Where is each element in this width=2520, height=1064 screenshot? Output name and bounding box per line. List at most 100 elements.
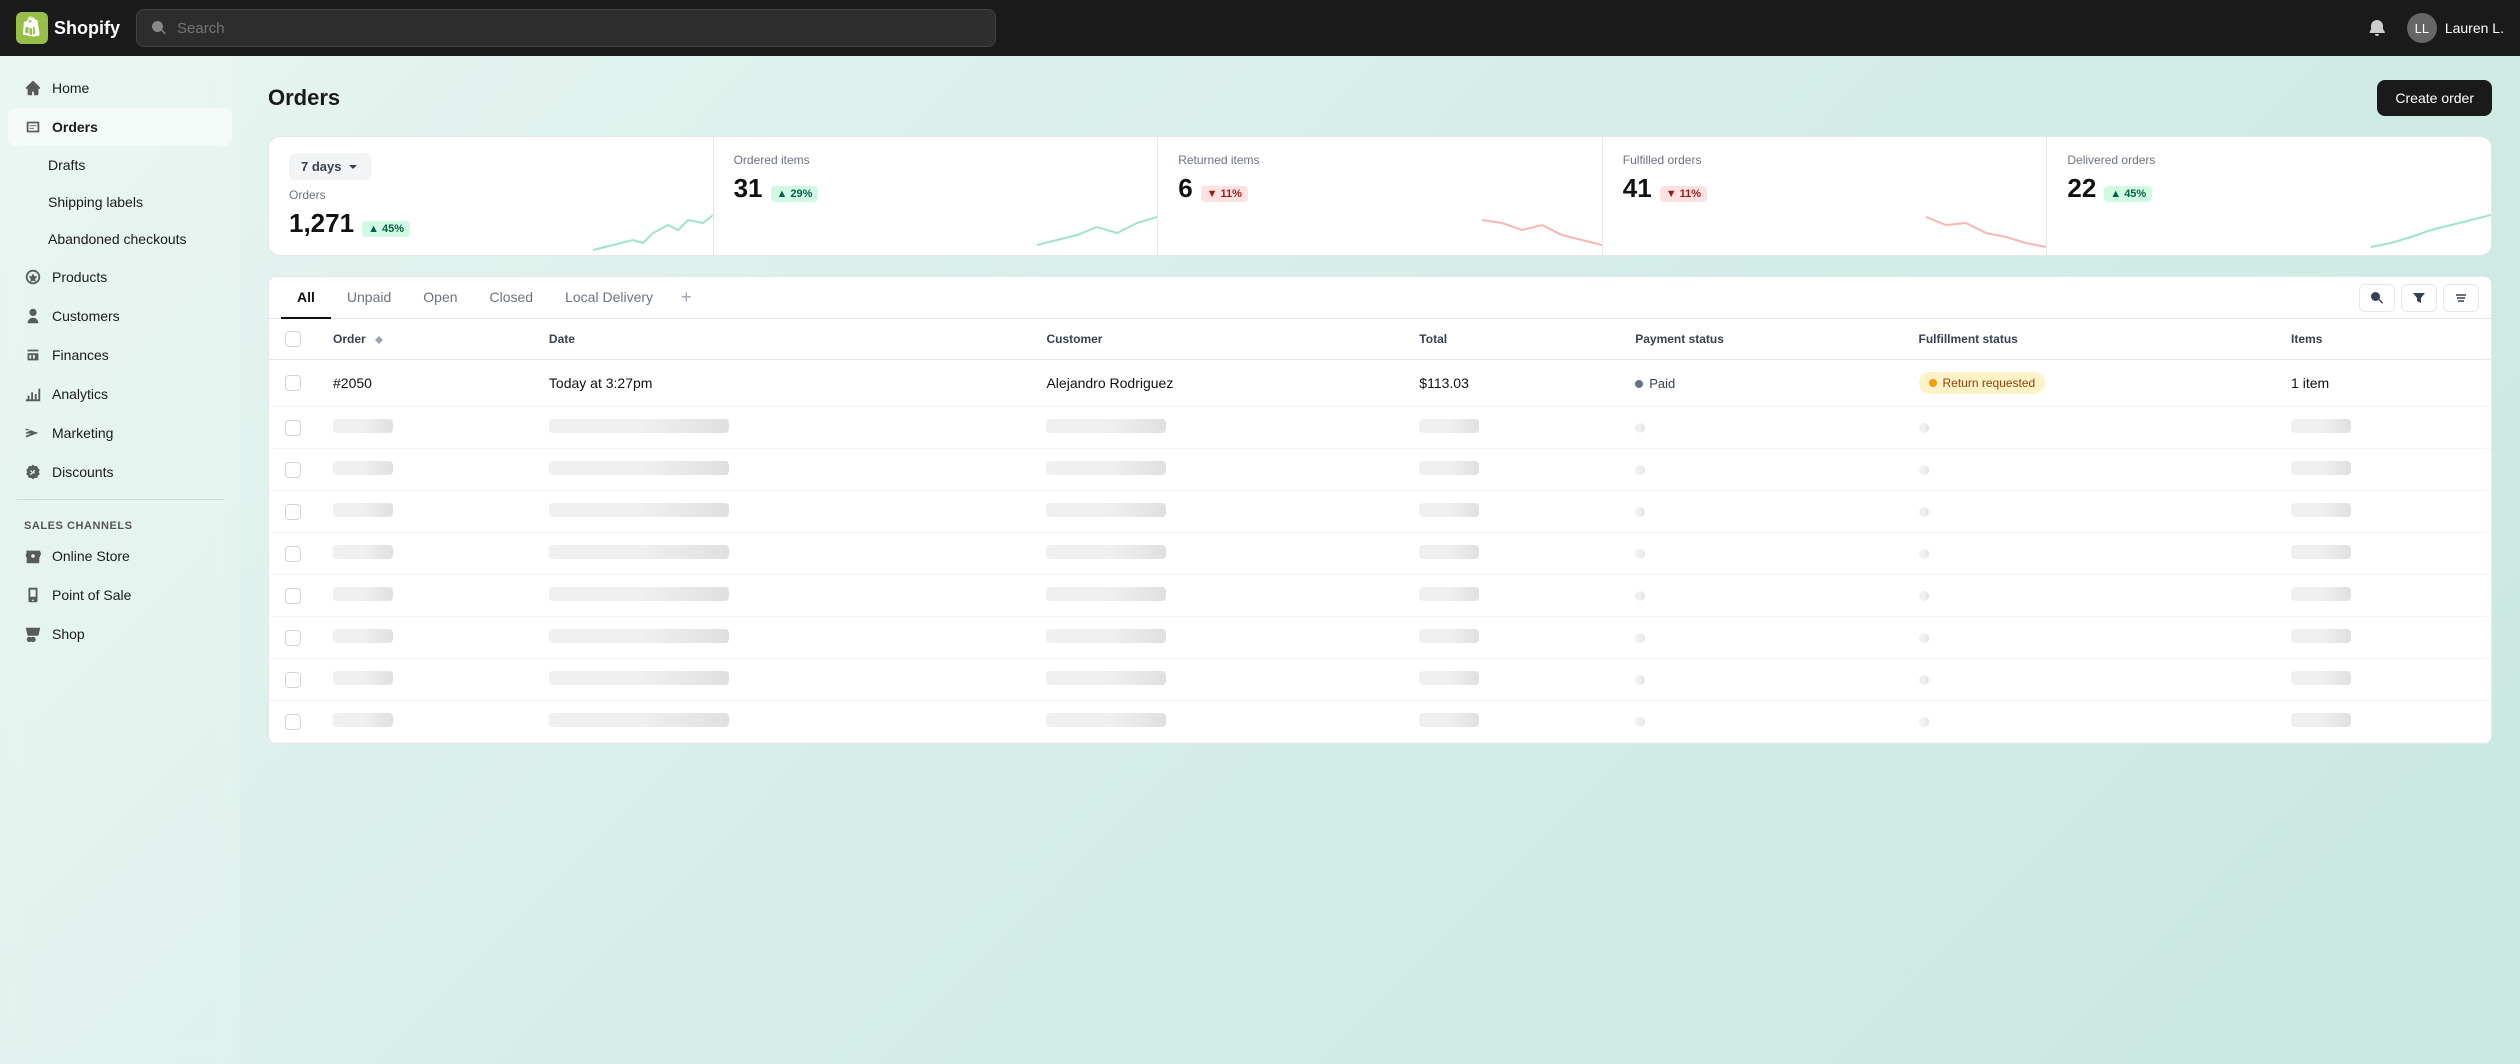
filter-button[interactable] — [2401, 284, 2437, 312]
skeleton — [1046, 503, 1166, 517]
ordered-sparkline — [1037, 205, 1157, 255]
user-menu-button[interactable]: LL Lauren L. — [2407, 13, 2504, 43]
skeleton — [1635, 465, 1645, 475]
table-row — [269, 701, 2491, 743]
customer-column-header: Customer — [1030, 319, 1403, 360]
row-checkbox[interactable] — [285, 504, 301, 520]
skeleton — [1046, 629, 1166, 643]
orders-sparkline — [593, 205, 713, 255]
table-row — [269, 491, 2491, 533]
stat-card-ordered-items: Ordered items 31 ▲ 29% — [714, 137, 1159, 255]
sidebar-item-shop[interactable]: Shop — [8, 615, 232, 653]
skeleton — [549, 587, 729, 601]
tab-open[interactable]: Open — [407, 277, 473, 319]
tab-unpaid[interactable]: Unpaid — [331, 277, 407, 319]
skeleton — [2291, 419, 2351, 433]
sidebar-item-abandoned-checkouts-label: Abandoned checkouts — [48, 231, 187, 247]
notification-button[interactable] — [2361, 12, 2393, 44]
marketing-icon — [24, 424, 42, 442]
sidebar-item-finances-label: Finances — [52, 347, 109, 363]
sidebar-item-shipping-labels[interactable]: Shipping labels — [8, 184, 232, 220]
search-orders-icon — [2370, 291, 2384, 305]
row-checkbox[interactable] — [285, 462, 301, 478]
sidebar-item-orders[interactable]: Orders — [8, 108, 232, 146]
sort-button[interactable] — [2443, 284, 2479, 312]
skeleton — [1919, 465, 1929, 475]
sidebar-item-point-of-sale-label: Point of Sale — [52, 587, 131, 603]
table-row[interactable]: #2050 Today at 3:27pm Alejandro Rodrigue… — [269, 360, 2491, 407]
row-checkbox[interactable] — [285, 375, 301, 391]
return-dot — [1929, 379, 1937, 387]
shopify-logo-icon — [16, 12, 48, 44]
avatar: LL — [2407, 13, 2437, 43]
stat-delivered-label: Delivered orders — [2067, 153, 2471, 167]
sidebar-item-analytics[interactable]: Analytics — [8, 375, 232, 413]
skeleton — [549, 713, 729, 727]
skeleton — [1919, 591, 1929, 601]
stat-delivered-badge: ▲ 45% — [2104, 186, 2152, 202]
bell-icon — [2367, 18, 2387, 38]
tab-add-button[interactable]: + — [669, 277, 704, 318]
skeleton — [333, 713, 393, 727]
skeleton — [1419, 461, 1479, 475]
tab-closed[interactable]: Closed — [474, 277, 550, 319]
sidebar-item-marketing[interactable]: Marketing — [8, 414, 232, 452]
sales-channels-section-label: Sales channels — [0, 508, 240, 536]
sidebar-item-customers[interactable]: Customers — [8, 297, 232, 335]
skeleton — [333, 671, 393, 685]
sidebar-item-finances[interactable]: Finances — [8, 336, 232, 374]
skeleton — [2291, 587, 2351, 601]
search-orders-button[interactable] — [2359, 284, 2395, 312]
sidebar-item-drafts[interactable]: Drafts — [8, 147, 232, 183]
sidebar-item-drafts-label: Drafts — [48, 157, 85, 173]
skeleton — [549, 461, 729, 475]
tabs-bar: All Unpaid Open Closed Local Delivery + — [268, 276, 2492, 318]
stat-returned-badge: ▼ 11% — [1201, 186, 1248, 202]
skeleton — [549, 419, 729, 433]
total-column-header: Total — [1403, 319, 1619, 360]
skeleton — [2291, 461, 2351, 475]
tab-all[interactable]: All — [281, 277, 331, 319]
discounts-icon — [24, 463, 42, 481]
row-checkbox[interactable] — [285, 714, 301, 730]
sidebar-item-abandoned-checkouts[interactable]: Abandoned checkouts — [8, 221, 232, 257]
search-input[interactable] — [177, 20, 981, 37]
skeleton — [1635, 675, 1645, 685]
tab-local-delivery[interactable]: Local Delivery — [549, 277, 669, 319]
items-cell: 1 item — [2275, 360, 2491, 407]
period-selector[interactable]: 7 days — [289, 153, 371, 180]
main-layout: Home Orders Drafts Shipping labels Aband… — [0, 56, 2520, 1064]
sidebar-item-discounts[interactable]: Discounts — [8, 453, 232, 491]
page-header: Orders Create order — [268, 80, 2492, 116]
payment-status-column-header: Payment status — [1619, 319, 1902, 360]
skeleton — [333, 461, 393, 475]
skeleton — [549, 503, 729, 517]
row-checkbox[interactable] — [285, 546, 301, 562]
customers-icon — [24, 307, 42, 325]
fulfillment-status-cell: Return requested — [1903, 360, 2276, 407]
skeleton — [1635, 633, 1645, 643]
sidebar-item-shop-label: Shop — [52, 626, 85, 642]
row-checkbox[interactable] — [285, 630, 301, 646]
select-all-checkbox[interactable] — [285, 331, 301, 347]
search-bar[interactable] — [136, 9, 996, 47]
create-order-button[interactable]: Create order — [2377, 80, 2492, 116]
row-checkbox[interactable] — [285, 672, 301, 688]
sidebar-item-point-of-sale[interactable]: Point of Sale — [8, 576, 232, 614]
logo-text: Shopify — [54, 18, 120, 39]
sidebar-item-home[interactable]: Home — [8, 69, 232, 107]
stat-card-delivered-orders: Delivered orders 22 ▲ 45% — [2047, 137, 2491, 255]
sidebar-item-online-store[interactable]: Online Store — [8, 537, 232, 575]
stat-ordered-badge: ▲ 29% — [771, 186, 819, 202]
row-checkbox[interactable] — [285, 420, 301, 436]
stats-row: 7 days Orders 1,271 ▲ 45% — [268, 136, 2492, 256]
skeleton — [333, 545, 393, 559]
sidebar-item-products[interactable]: Products — [8, 258, 232, 296]
row-checkbox[interactable] — [285, 588, 301, 604]
skeleton — [2291, 713, 2351, 727]
skeleton — [333, 629, 393, 643]
logo[interactable]: Shopify — [16, 12, 120, 44]
stat-ordered-label: Ordered items — [734, 153, 1138, 167]
fulfilled-sparkline — [1926, 205, 2046, 255]
search-icon — [151, 20, 167, 36]
